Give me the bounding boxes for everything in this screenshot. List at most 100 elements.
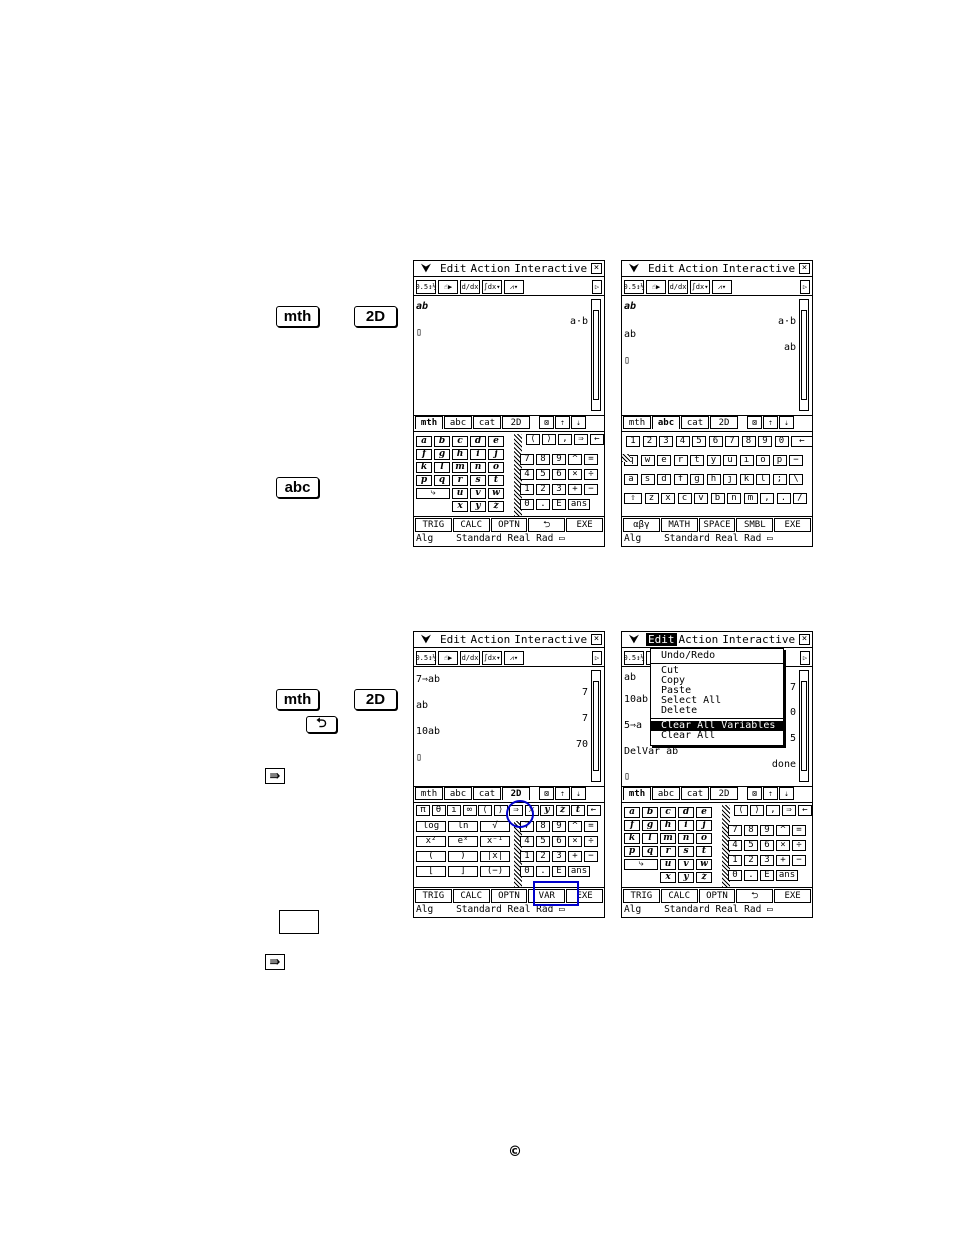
key-9[interactable]: 9 (552, 454, 566, 465)
key-6[interactable]: 6 (760, 840, 774, 851)
key-.[interactable]: . (776, 493, 791, 504)
tab-cat[interactable]: cat (681, 787, 709, 800)
key-assign[interactable]: ⤷ (624, 859, 658, 870)
down-icon[interactable]: ⇣ (779, 416, 794, 429)
key-ans[interactable]: ans (776, 870, 798, 881)
key-←[interactable]: ← (586, 805, 601, 816)
key-3[interactable]: 3 (552, 484, 566, 495)
key-6[interactable]: 6 (552, 836, 566, 847)
graph-icon[interactable]: ⩘▾ (504, 280, 524, 294)
key-ans[interactable]: ans (568, 866, 590, 877)
key-⇒[interactable]: ⇒ (782, 805, 796, 816)
tab-mth[interactable]: mth (623, 787, 651, 800)
tab-mth[interactable]: mth (415, 416, 443, 429)
scroll-right-icon[interactable]: ▷ (800, 651, 810, 665)
optn-key[interactable]: OPTN (490, 889, 528, 903)
key-2[interactable]: 2 (536, 484, 550, 495)
close-keyboard-icon[interactable]: ⊠ (539, 787, 554, 800)
up-icon[interactable]: ⇡ (555, 787, 570, 800)
integral-icon[interactable]: ∫dx▾ (482, 651, 502, 665)
tab-abc[interactable]: abc (444, 416, 472, 429)
key-=[interactable]: = (792, 825, 806, 836)
key-4[interactable]: 4 (675, 436, 690, 447)
menu-edit[interactable]: Edit (646, 633, 677, 646)
key-s[interactable]: s (640, 474, 655, 485)
key-×[interactable]: × (568, 836, 582, 847)
key-5[interactable]: 5 (744, 840, 758, 851)
hand-run-icon[interactable]: ☝▶ (438, 651, 458, 665)
exe-key[interactable]: EXE (774, 518, 811, 532)
key-d[interactable]: d (678, 807, 694, 818)
key-z[interactable]: z (555, 805, 570, 816)
tab-mth[interactable]: mth (623, 416, 651, 429)
key-4[interactable]: 4 (520, 836, 534, 847)
up-icon[interactable]: ⇡ (763, 416, 778, 429)
hand-run-icon[interactable]: ☝▶ (646, 280, 666, 294)
key-E[interactable]: E (552, 499, 566, 510)
key-r[interactable]: r (452, 475, 468, 486)
key-s[interactable]: s (470, 475, 486, 486)
key-1[interactable]: 1 (728, 855, 742, 866)
key-5[interactable]: 5 (536, 836, 550, 847)
calc-key[interactable]: CALC (452, 518, 490, 532)
menu-action[interactable]: Action (469, 633, 513, 646)
key-j[interactable]: j (696, 820, 712, 831)
menu-item-undo-redo[interactable]: Undo/Redo (651, 651, 783, 661)
key-y[interactable]: y (540, 805, 554, 816)
key-ln[interactable]: ln (448, 821, 478, 832)
key-l[interactable]: l (756, 474, 770, 485)
key-,[interactable]: , (766, 805, 780, 816)
key-.[interactable]: . (536, 499, 550, 510)
key-n[interactable]: n (727, 493, 741, 504)
trig-key[interactable]: TRIG (415, 889, 452, 903)
key-×[interactable]: × (568, 469, 582, 480)
key-√[interactable]: √ (480, 821, 510, 832)
key-c[interactable]: c (452, 436, 468, 447)
exe-key[interactable]: EXE (774, 889, 811, 903)
key-h[interactable]: h (452, 449, 468, 460)
graph-icon[interactable]: ⩘▾ (712, 280, 732, 294)
back-key[interactable]: ⮌ (736, 889, 774, 903)
key-⟨[interactable]: ⟨ (526, 434, 540, 445)
key-0[interactable]: 0 (774, 436, 789, 447)
key-q[interactable]: q (642, 846, 658, 857)
key-−[interactable]: − (792, 855, 806, 866)
menu-edit[interactable]: Edit (438, 633, 469, 646)
key-3[interactable]: 3 (760, 855, 774, 866)
key-7[interactable]: 7 (725, 436, 739, 447)
fraction-toggle-icon[interactable]: 0.5↕½ (623, 280, 645, 294)
key-x[interactable]: x (452, 501, 468, 512)
key-a[interactable]: a (624, 474, 638, 485)
menu-item-clear-all[interactable]: Clear All (651, 731, 783, 741)
key-9[interactable]: 9 (552, 821, 566, 832)
key-←[interactable]: ← (798, 805, 812, 816)
key-a[interactable]: a (416, 436, 432, 447)
key-^[interactable]: ^ (568, 821, 582, 832)
key-5[interactable]: 5 (692, 436, 706, 447)
key-8[interactable]: 8 (536, 454, 550, 465)
calc-key[interactable]: CALC (660, 889, 698, 903)
key-([interactable]: ( (416, 851, 446, 862)
trig-key[interactable]: TRIG (415, 518, 452, 532)
key-0[interactable]: 0 (520, 499, 534, 510)
key-x²[interactable]: x² (416, 836, 446, 847)
key-t[interactable]: t (696, 846, 712, 857)
close-icon[interactable]: × (799, 634, 810, 645)
scrollbar[interactable] (591, 670, 601, 782)
key-l[interactable]: l (434, 462, 450, 473)
scroll-right-icon[interactable]: ▷ (800, 280, 810, 294)
tab-2d[interactable]: 2D (710, 416, 738, 429)
key-y[interactable]: y (470, 501, 486, 512)
key-,[interactable]: , (760, 493, 774, 504)
key-h[interactable]: h (660, 820, 676, 831)
smbl-key[interactable]: SMBL (736, 518, 774, 532)
close-keyboard-icon[interactable]: ⊠ (539, 416, 554, 429)
key-k[interactable]: k (624, 833, 640, 844)
key-9[interactable]: 9 (760, 825, 774, 836)
key-+[interactable]: + (568, 851, 582, 862)
key-g[interactable]: g (434, 449, 450, 460)
key-w[interactable]: w (488, 488, 504, 499)
key-0[interactable]: 0 (520, 866, 534, 877)
key-l[interactable]: l (642, 833, 658, 844)
key-k[interactable]: k (739, 474, 754, 485)
